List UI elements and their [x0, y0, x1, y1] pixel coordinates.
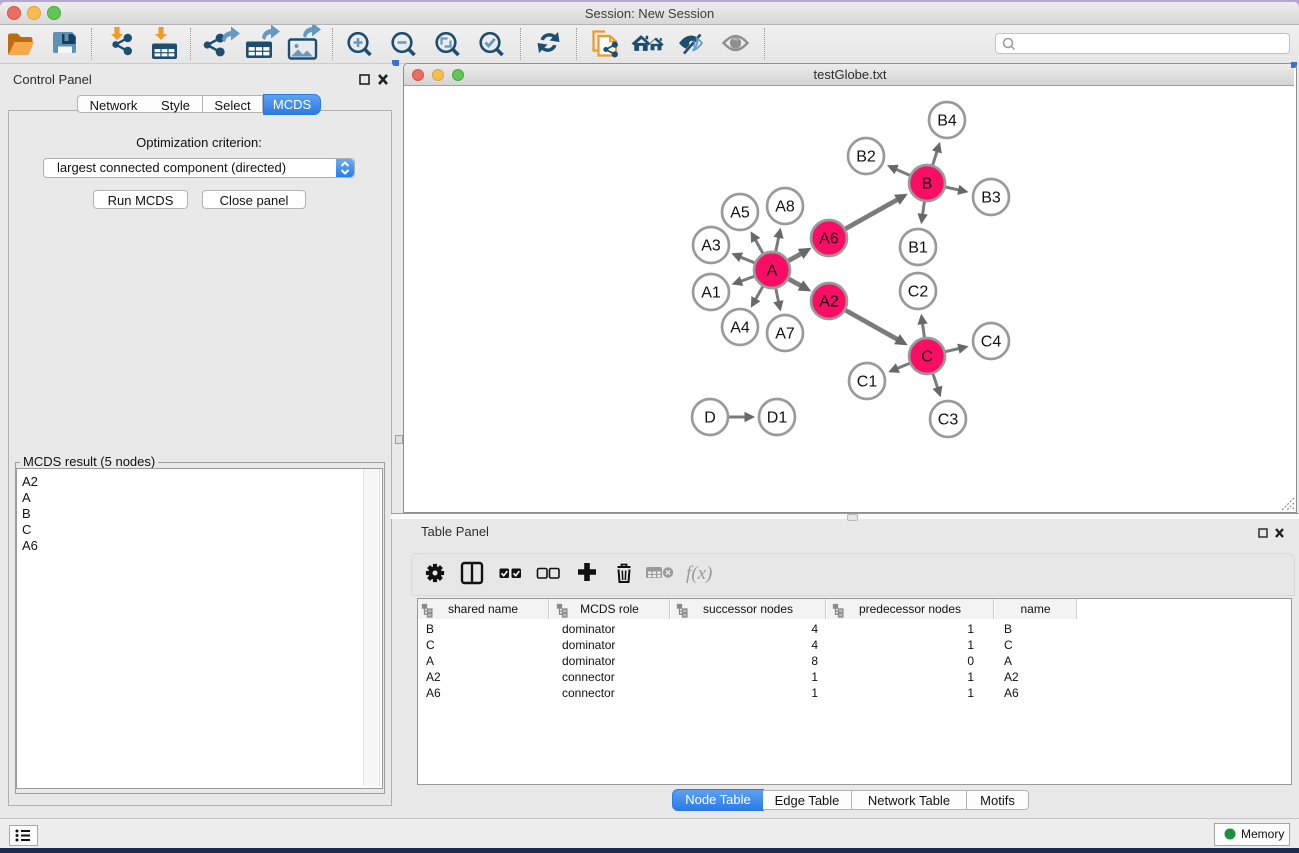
svg-text:B4: B4	[937, 113, 957, 130]
svg-text:A4: A4	[730, 320, 750, 337]
svg-text:D1: D1	[767, 410, 788, 427]
svg-text:B3: B3	[981, 190, 1001, 207]
svg-text:C: C	[921, 349, 933, 366]
svg-text:f(x): f(x)	[686, 563, 712, 584]
svg-text:A3: A3	[701, 238, 721, 255]
svg-text:C1: C1	[857, 374, 878, 391]
svg-text:B: B	[922, 176, 933, 193]
svg-text:B2: B2	[856, 149, 876, 166]
svg-text:C3: C3	[938, 412, 959, 429]
svg-text:B1: B1	[908, 240, 928, 257]
svg-text:D: D	[704, 410, 716, 427]
svg-text:C4: C4	[981, 334, 1002, 351]
svg-text:A8: A8	[775, 199, 795, 216]
svg-text:A5: A5	[730, 205, 750, 222]
svg-text:A2: A2	[819, 294, 839, 311]
svg-text:A: A	[767, 263, 778, 280]
svg-text:C2: C2	[908, 284, 929, 301]
svg-text:A6: A6	[819, 231, 839, 248]
svg-text:A7: A7	[775, 326, 795, 343]
svg-text:A1: A1	[701, 285, 721, 302]
